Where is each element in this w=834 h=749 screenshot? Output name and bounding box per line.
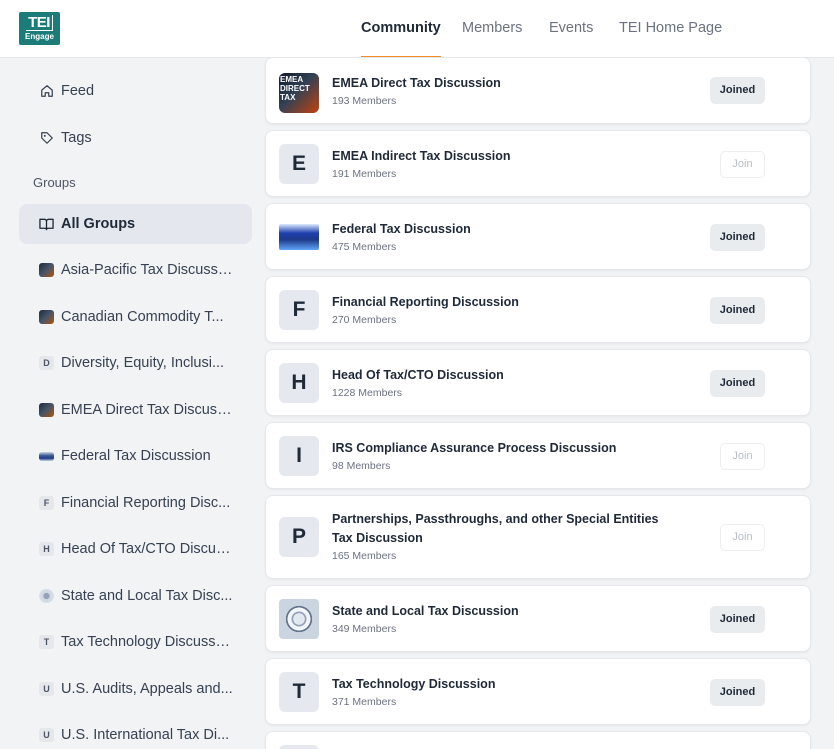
sidebar-item-feed[interactable]: Feed [19,71,252,111]
sidebar-item-label: Tax Technology Discussion [61,634,233,650]
letter-badge-icon: U [39,682,54,696]
group-avatar: H [279,363,319,403]
sidebar-item-label: Diversity, Equity, Inclusi... [61,355,225,371]
joined-button[interactable]: Joined [710,297,765,324]
sidebar-item-emea-direct[interactable]: EMEA Direct Tax Discuss... [19,390,252,430]
sidebar-item-us-audits[interactable]: U U.S. Audits, Appeals and... [19,669,252,709]
nav-community[interactable]: Community [361,0,441,58]
group-name[interactable]: Head Of Tax/CTO Discussion [332,366,504,385]
sidebar-item-label: Financial Reporting Disc... [61,495,231,511]
top-header: TEI Engage Community Members Events TEI … [0,0,834,58]
sidebar-item-financial-reporting[interactable]: F Financial Reporting Disc... [19,483,252,523]
group-member-count: 349 Members [332,623,397,635]
joined-button[interactable]: Joined [710,370,765,397]
group-card[interactable]: E EMEA Indirect Tax Discussion 191 Membe… [265,130,811,197]
tei-engage-logo[interactable]: TEI Engage [19,12,60,45]
sidebar-item-label: Feed [61,83,95,99]
group-avatar [279,224,319,250]
sidebar-item-federal-tax[interactable]: Federal Tax Discussion [19,436,252,476]
group-member-count: 165 Members [332,550,397,562]
sidebar-item-diversity[interactable]: D Diversity, Equity, Inclusi... [19,343,252,383]
group-card[interactable]: Federal Tax Discussion 475 Members Joine… [265,203,811,270]
group-name[interactable]: IRS Compliance Assurance Process Discuss… [332,439,616,458]
join-button[interactable]: Join [720,443,765,470]
nav-members[interactable]: Members [462,0,522,58]
sidebar-item-label: All Groups [61,216,136,232]
sidebar-item-head-of-tax[interactable]: H Head Of Tax/CTO Discus... [19,529,252,569]
nav-tei-home-page[interactable]: TEI Home Page [619,0,722,58]
group-card[interactable]: EMEA DIRECT TAX EMEA Direct Tax Discussi… [265,57,811,124]
sidebar-item-label: Head Of Tax/CTO Discus... [61,541,233,557]
groups-heading: Groups [33,175,76,190]
group-card[interactable] [265,731,811,749]
sidebar-item-all-groups[interactable]: All Groups [19,204,252,244]
group-avatar: T [279,672,319,712]
group-card[interactable]: P Partnerships, Passthroughs, and other … [265,495,811,579]
group-card[interactable]: I IRS Compliance Assurance Process Discu… [265,422,811,489]
group-name[interactable]: EMEA Indirect Tax Discussion [332,147,511,166]
sidebar-item-label: Tags [61,130,92,146]
group-member-count: 475 Members [332,241,397,253]
group-thumbnail-icon [39,310,54,324]
group-name[interactable]: State and Local Tax Discussion [332,602,519,621]
tag-icon [39,131,54,146]
group-name[interactable]: Federal Tax Discussion [332,220,471,239]
letter-badge-icon: U [39,728,54,742]
group-avatar: EMEA DIRECT TAX [279,73,319,113]
joined-button[interactable]: Joined [710,224,765,251]
sidebar-item-label: State and Local Tax Disc... [61,588,233,604]
group-name[interactable]: Tax Technology Discussion [332,675,495,694]
group-avatar: F [279,290,319,330]
home-icon [39,84,54,99]
group-avatar: P [279,517,319,557]
group-thumbnail-icon [39,451,54,461]
group-name[interactable]: EMEA Direct Tax Discussion [332,74,501,93]
group-name[interactable]: Partnerships, Passthroughs, and other Sp… [332,510,672,548]
group-thumbnail-icon [39,589,54,603]
book-open-icon [39,217,54,232]
letter-badge-icon: F [39,496,54,510]
group-member-count: 98 Members [332,460,391,472]
sidebar-item-label: Federal Tax Discussion [61,448,211,464]
sidebar-item-label: U.S. International Tax Di... [61,727,230,743]
sidebar-item-us-international[interactable]: U U.S. International Tax Di... [19,715,252,749]
group-avatar [279,745,319,749]
join-button[interactable]: Join [720,151,765,178]
logo-text-bottom: Engage [25,32,54,41]
group-card[interactable]: H Head Of Tax/CTO Discussion 1228 Member… [265,349,811,416]
letter-badge-icon: T [39,635,54,649]
group-card[interactable]: State and Local Tax Discussion 349 Membe… [265,585,811,652]
group-avatar [279,599,319,639]
group-member-count: 193 Members [332,95,397,107]
group-avatar: E [279,144,319,184]
sidebar-item-asia-pacific[interactable]: Asia-Pacific Tax Discussion [19,250,252,290]
group-card[interactable]: T Tax Technology Discussion 371 Members … [265,658,811,725]
group-member-count: 1228 Members [332,387,403,399]
group-thumbnail-icon [39,403,54,417]
group-avatar: I [279,436,319,476]
joined-button[interactable]: Joined [710,679,765,706]
nav-events[interactable]: Events [549,0,593,58]
joined-button[interactable]: Joined [710,77,765,104]
sidebar-item-label: Canadian Commodity T... [61,309,224,325]
letter-badge-icon: H [39,542,54,556]
group-thumbnail-icon [39,263,54,277]
join-button[interactable]: Join [720,524,765,551]
joined-button[interactable]: Joined [710,606,765,633]
logo-text-top: TEI [26,15,53,31]
sidebar-item-tags[interactable]: Tags [19,118,252,158]
group-member-count: 270 Members [332,314,397,326]
group-member-count: 191 Members [332,168,397,180]
sidebar-item-canadian-commodity[interactable]: Canadian Commodity T... [19,297,252,337]
sidebar-item-tax-technology[interactable]: T Tax Technology Discussion [19,622,252,662]
group-card[interactable]: F Financial Reporting Discussion 270 Mem… [265,276,811,343]
sidebar: Feed Tags Groups All Groups Asia-Pacific… [0,59,264,749]
sidebar-item-label: EMEA Direct Tax Discuss... [61,402,233,418]
letter-badge-icon: D [39,356,54,370]
sidebar-item-state-local[interactable]: State and Local Tax Disc... [19,576,252,616]
sidebar-item-label: Asia-Pacific Tax Discussion [61,262,233,278]
group-member-count: 371 Members [332,696,397,708]
sidebar-item-label: U.S. Audits, Appeals and... [61,681,233,697]
group-name[interactable]: Financial Reporting Discussion [332,293,519,312]
